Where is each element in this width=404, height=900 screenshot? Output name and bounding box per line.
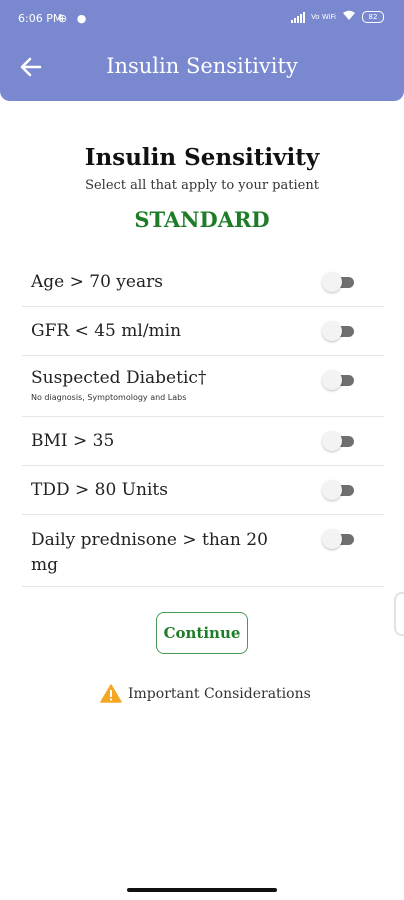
criteria-row-prednisone: Daily prednisone > than 20 mg [22,515,384,587]
status-right-icons: Vo WiFi 82 [291,10,384,24]
criteria-row-bmi: BMI > 35 [22,417,384,466]
criteria-row-age: Age > 70 years [22,258,384,307]
criteria-label: Age > 70 years [31,272,163,292]
page-title: Insulin Sensitivity [84,144,320,171]
page-subtitle: Select all that apply to your patient [85,178,319,193]
vowifi-icon: Vo WiFi [311,12,336,21]
status-bar: 6:06 PM ⊕ ● Vo WiFi 82 [0,0,404,38]
suspected-diabetic-toggle[interactable] [322,370,354,390]
app-title: Insulin Sensitivity [106,54,298,78]
criteria-label: BMI > 35 [31,431,115,451]
battery-icon: 82 [362,11,384,23]
age-toggle[interactable] [322,272,354,292]
criteria-list: Age > 70 years GFR < 45 ml/min Suspected… [22,258,384,587]
criteria-label: GFR < 45 ml/min [31,321,182,341]
gfr-toggle[interactable] [322,321,354,341]
warning-icon [100,684,122,703]
home-indicator[interactable] [127,888,277,892]
important-considerations-label: Important Considerations [128,685,311,702]
criteria-row-gfr: GFR < 45 ml/min [22,307,384,356]
criteria-label: TDD > 80 Units [31,480,168,500]
status-time: 6:06 PM [18,12,63,25]
edge-panel-handle[interactable] [394,592,404,636]
prednisone-toggle[interactable] [322,529,354,549]
signal-icon [291,11,306,23]
criteria-label: Suspected Diabetic† [31,368,207,388]
important-considerations-link[interactable]: Important Considerations [100,684,311,703]
status-notification-icons: ⊕ ● [58,12,90,25]
criteria-row-suspected-diabetic: Suspected Diabetic† No diagnosis, Sympto… [22,356,384,417]
wifi-icon [342,10,356,24]
tdd-toggle[interactable] [322,480,354,500]
continue-button[interactable]: Continue [156,612,248,654]
criteria-sublabel: No diagnosis, Symptomology and Labs [31,393,187,402]
bmi-toggle[interactable] [322,431,354,451]
criteria-row-tdd: TDD > 80 Units [22,466,384,515]
criteria-label: Daily prednisone > than 20 mg [31,530,268,575]
sensitivity-status: STANDARD [134,207,270,232]
app-bar: 6:06 PM ⊕ ● Vo WiFi 82 Insulin Sensitivi… [0,0,404,101]
